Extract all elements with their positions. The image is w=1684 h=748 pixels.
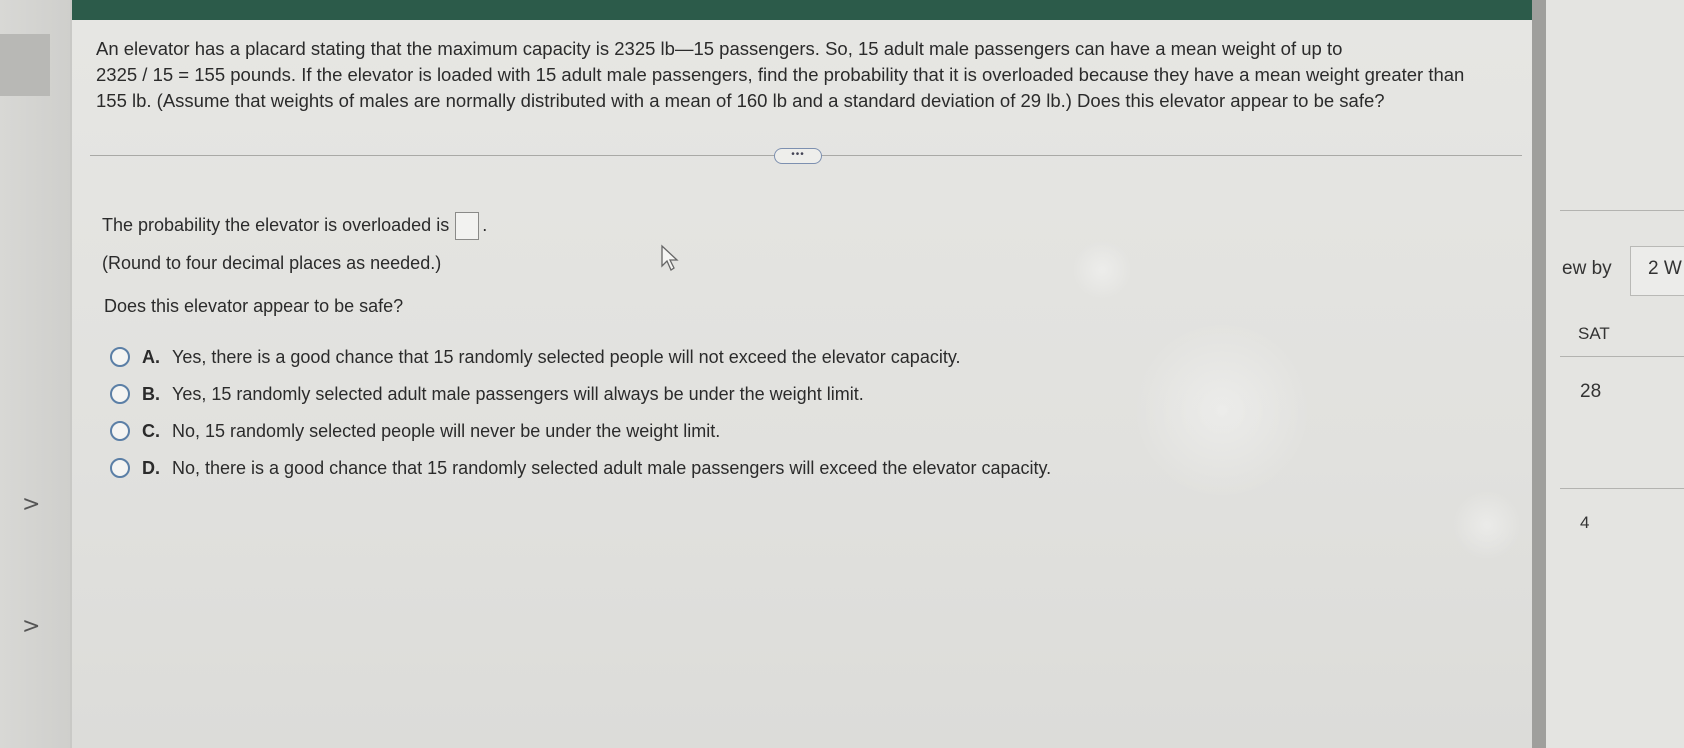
option-b[interactable]: B. Yes, 15 randomly selected adult male …: [110, 379, 864, 409]
screen-glare: [1132, 320, 1312, 500]
probability-prompt: The probability the elevator is overload…: [102, 212, 487, 240]
mouse-cursor-icon: [661, 244, 679, 271]
probability-suffix: .: [482, 214, 488, 235]
right-panel-label: ew by: [1562, 258, 1612, 279]
question-line: An elevator has a placard stating that t…: [96, 38, 1343, 59]
option-d[interactable]: D. No, there is a good chance that 15 ra…: [110, 453, 1051, 483]
left-sidebar-tab[interactable]: [0, 34, 50, 96]
option-letter: B.: [142, 383, 160, 404]
question-text: An elevator has a placard stating that t…: [96, 36, 1536, 114]
option-text: No, there is a good chance that 15 rando…: [172, 457, 1052, 478]
right-panel-border: [1532, 0, 1546, 748]
probability-answer-input[interactable]: [455, 212, 480, 240]
chevron-right-icon[interactable]: >: [22, 614, 40, 639]
right-side-panel: [1546, 0, 1684, 748]
option-c[interactable]: C. No, 15 randomly selected people will …: [110, 416, 720, 446]
right-panel-sat: SAT: [1578, 324, 1610, 343]
option-text: Yes, there is a good chance that 15 rand…: [172, 346, 961, 367]
question-line: 2325 / 15 = 155 pounds. If the elevator …: [96, 64, 1465, 85]
option-text: No, 15 randomly selected people will nev…: [172, 420, 721, 441]
expand-more-button[interactable]: •••: [774, 148, 822, 164]
radio-button-icon[interactable]: [110, 347, 130, 367]
right-panel-number: 4: [1580, 513, 1590, 532]
rounding-note: (Round to four decimal places as needed.…: [102, 253, 442, 273]
radio-button-icon[interactable]: [110, 384, 130, 404]
top-header-bar: [72, 0, 1544, 20]
safety-question: Does this elevator appear to be safe?: [104, 296, 404, 316]
radio-button-icon[interactable]: [110, 421, 130, 441]
radio-button-icon[interactable]: [110, 458, 130, 478]
right-panel-divider: [1560, 356, 1684, 357]
screen-glare: [1452, 490, 1522, 560]
right-panel-box-text: 2 W: [1648, 258, 1682, 279]
option-letter: C.: [142, 420, 160, 441]
right-panel-divider: [1560, 488, 1684, 489]
screen-glare: [1072, 240, 1132, 300]
option-a[interactable]: A. Yes, there is a good chance that 15 r…: [110, 342, 961, 372]
question-panel: An elevator has a placard stating that t…: [72, 20, 1532, 748]
right-panel-number: 28: [1580, 381, 1602, 402]
option-text: Yes, 15 randomly selected adult male pas…: [172, 383, 864, 404]
question-line: 155 lb. (Assume that weights of males ar…: [96, 90, 1385, 111]
right-panel-divider: [1560, 210, 1684, 211]
option-letter: D.: [142, 457, 160, 478]
probability-prompt-text: The probability the elevator is overload…: [102, 214, 450, 235]
chevron-right-icon[interactable]: >: [22, 492, 40, 517]
option-letter: A.: [142, 346, 160, 367]
